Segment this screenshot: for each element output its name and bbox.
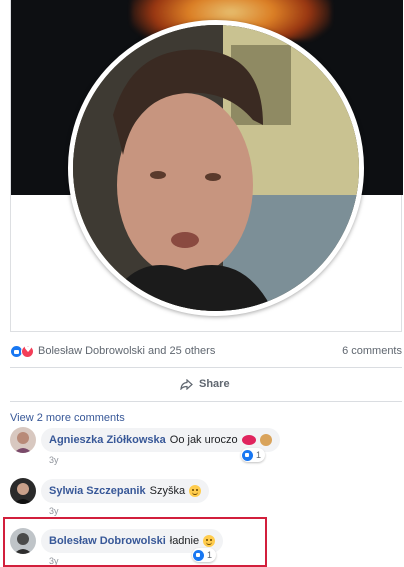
comment-author[interactable]: Agnieszka Ziółkowska — [49, 434, 166, 446]
profile-photo-image — [73, 25, 359, 311]
divider — [10, 367, 402, 368]
comment-text: Szyška — [149, 485, 186, 497]
avatar-image — [10, 478, 36, 504]
profile-photo[interactable] — [68, 20, 364, 316]
like-icon — [242, 449, 253, 461]
kiss-mark-icon — [241, 435, 256, 445]
post-card — [10, 0, 403, 332]
reactions-summary[interactable]: Bolesław Dobrowolski and 25 others — [38, 345, 215, 357]
reaction-icons[interactable] — [10, 345, 38, 359]
divider — [10, 401, 402, 402]
share-icon — [180, 378, 193, 390]
comment-count[interactable]: 6 comments — [342, 345, 402, 357]
comment-text: Oo jak uroczo — [169, 434, 238, 446]
comment-timestamp[interactable]: 3y — [49, 455, 59, 465]
cookie-icon — [259, 434, 272, 446]
share-button[interactable]: Share — [180, 375, 230, 393]
highlight-box — [3, 517, 267, 567]
smile-emoji-icon — [189, 485, 202, 497]
reactions-bar: Bolesław Dobrowolski and 25 others 6 com… — [10, 343, 402, 361]
comment-like-count: 1 — [256, 450, 262, 460]
comment: Sylwia Szczepanik Szyška 3y — [10, 478, 404, 520]
share-label: Share — [199, 378, 230, 390]
love-icon — [21, 345, 34, 358]
comment-bubble: Sylwia Szczepanik Szyška — [41, 479, 210, 503]
comment-timestamp[interactable]: 3y — [49, 506, 59, 516]
comment-author[interactable]: Sylwia Szczepanik — [49, 485, 146, 497]
avatar[interactable] — [10, 427, 36, 453]
comment: Agnieszka Ziółkowska Oo jak uroczo 1 3y — [10, 427, 404, 469]
view-more-comments-link[interactable]: View 2 more comments — [10, 412, 125, 424]
comment-reactions[interactable]: 1 — [241, 448, 266, 462]
avatar-image — [10, 427, 36, 453]
avatar[interactable] — [10, 478, 36, 504]
